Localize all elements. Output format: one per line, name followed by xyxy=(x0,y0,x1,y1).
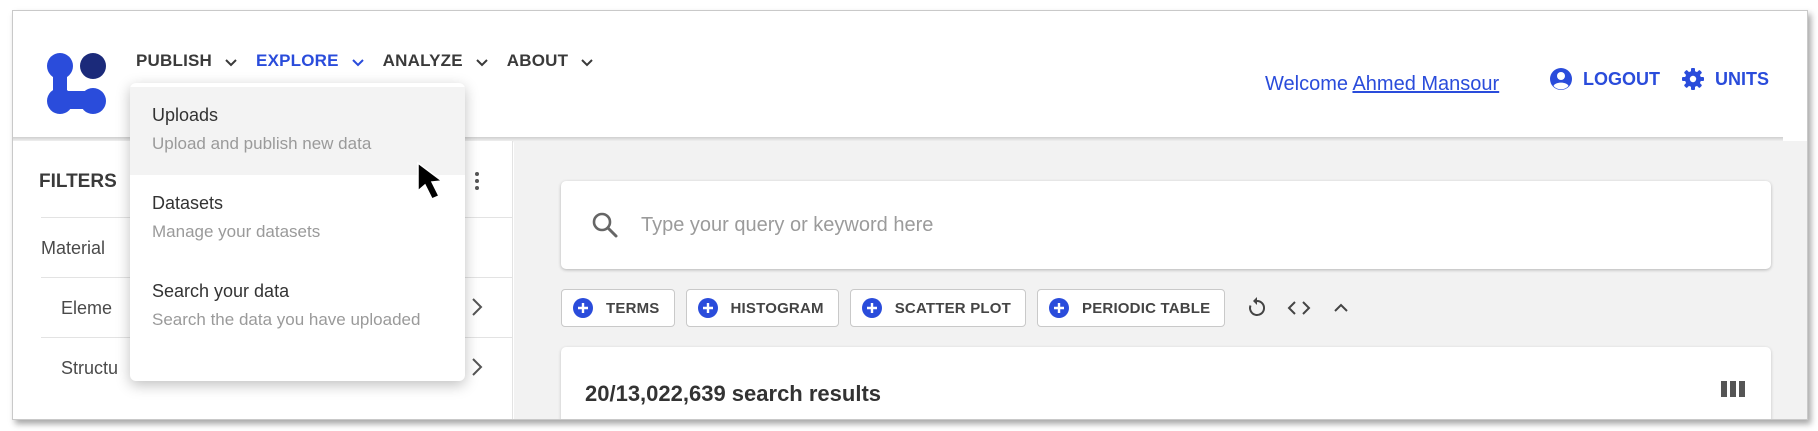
results-card: 20/13,022,639 search results xyxy=(561,347,1771,419)
nav-publish-label: PUBLISH xyxy=(136,51,213,70)
chip-label: SCATTER PLOT xyxy=(894,299,1011,317)
menu-item-subtitle: Manage your datasets xyxy=(152,222,321,241)
nav-about-label: ABOUT xyxy=(506,51,569,70)
filters-title: FILTERS xyxy=(39,171,117,192)
chip-label: PERIODIC TABLE xyxy=(1082,299,1211,317)
add-circle-icon xyxy=(861,298,882,318)
welcome-prefix: Welcome xyxy=(1265,73,1348,95)
search-bar xyxy=(561,181,1771,269)
menu-item-subtitle: Upload and publish new data xyxy=(152,134,372,153)
gear-icon xyxy=(1682,68,1704,90)
screenshot-frame: PUBLISH EXPLORE ANALYZE ABOUT Welcome Ah… xyxy=(12,10,1808,420)
nav-publish[interactable]: PUBLISH xyxy=(136,51,238,71)
chip-label: TERMS xyxy=(606,299,660,317)
account-circle-icon xyxy=(1550,68,1572,90)
chevron-down-icon xyxy=(224,54,238,68)
results-count: 20/13,022,639 search results xyxy=(585,381,882,406)
menu-item-title: Datasets xyxy=(152,193,224,213)
menu-item-title: Search your data xyxy=(152,281,290,301)
nav-analyze-label: ANALYZE xyxy=(382,51,463,70)
add-scatter-plot-button[interactable]: SCATTER PLOT xyxy=(849,289,1026,327)
mouse-cursor-icon xyxy=(417,161,444,200)
view-columns-icon[interactable] xyxy=(1721,379,1745,399)
filter-label: Structu xyxy=(61,358,119,378)
logout-label: LOGOUT xyxy=(1583,68,1660,89)
nav-analyze[interactable]: ANALYZE xyxy=(383,51,489,71)
chevron-right-icon xyxy=(472,298,483,316)
add-periodic-table-button[interactable]: PERIODIC TABLE xyxy=(1037,289,1226,327)
menu-item-subtitle: Search the data you have uploaded xyxy=(152,310,421,329)
add-histogram-button[interactable]: HISTOGRAM xyxy=(685,289,839,327)
units-button[interactable]: UNITS xyxy=(1681,67,1769,91)
search-icon xyxy=(592,212,618,238)
publish-dropdown-menu: Uploads Upload and publish new data Data… xyxy=(130,83,465,381)
add-circle-icon xyxy=(1049,298,1069,318)
logout-button[interactable]: LOGOUT xyxy=(1549,67,1660,91)
more-vert-icon[interactable] xyxy=(473,169,481,193)
search-input[interactable] xyxy=(641,205,1741,245)
widget-toolbar: TERMS HISTOGRAM SCATTER PLOT PERIODIC TA… xyxy=(561,289,1362,327)
menu-item-title: Uploads xyxy=(152,105,219,125)
filter-label: Material xyxy=(41,238,106,258)
code-icon[interactable] xyxy=(1286,295,1312,321)
reset-icon[interactable] xyxy=(1244,295,1270,321)
collapse-icon[interactable] xyxy=(1328,295,1354,321)
welcome-message: Welcome Ahmed Mansour xyxy=(1265,73,1499,96)
chevron-down-icon xyxy=(580,54,594,68)
chip-label: HISTOGRAM xyxy=(730,299,824,317)
logo-icon xyxy=(47,53,106,114)
menu-item-search-your-data[interactable]: Search your data Search the data you hav… xyxy=(130,263,465,351)
chevron-right-icon xyxy=(472,358,483,376)
nav-about[interactable]: ABOUT xyxy=(507,51,594,71)
add-terms-button[interactable]: TERMS xyxy=(561,289,675,327)
add-circle-icon xyxy=(697,298,718,318)
chevron-down-icon xyxy=(351,54,365,68)
add-circle-icon xyxy=(573,298,593,318)
top-navigation: PUBLISH EXPLORE ANALYZE ABOUT xyxy=(136,51,612,71)
filter-label: Eleme xyxy=(61,298,113,318)
units-label: UNITS xyxy=(1715,68,1769,89)
main-content: TERMS HISTOGRAM SCATTER PLOT PERIODIC TA… xyxy=(514,141,1807,419)
nav-explore[interactable]: EXPLORE xyxy=(256,51,365,71)
nav-explore-label: EXPLORE xyxy=(256,51,339,70)
user-name-link[interactable]: Ahmed Mansour xyxy=(1352,73,1499,95)
chevron-down-icon xyxy=(475,54,489,68)
